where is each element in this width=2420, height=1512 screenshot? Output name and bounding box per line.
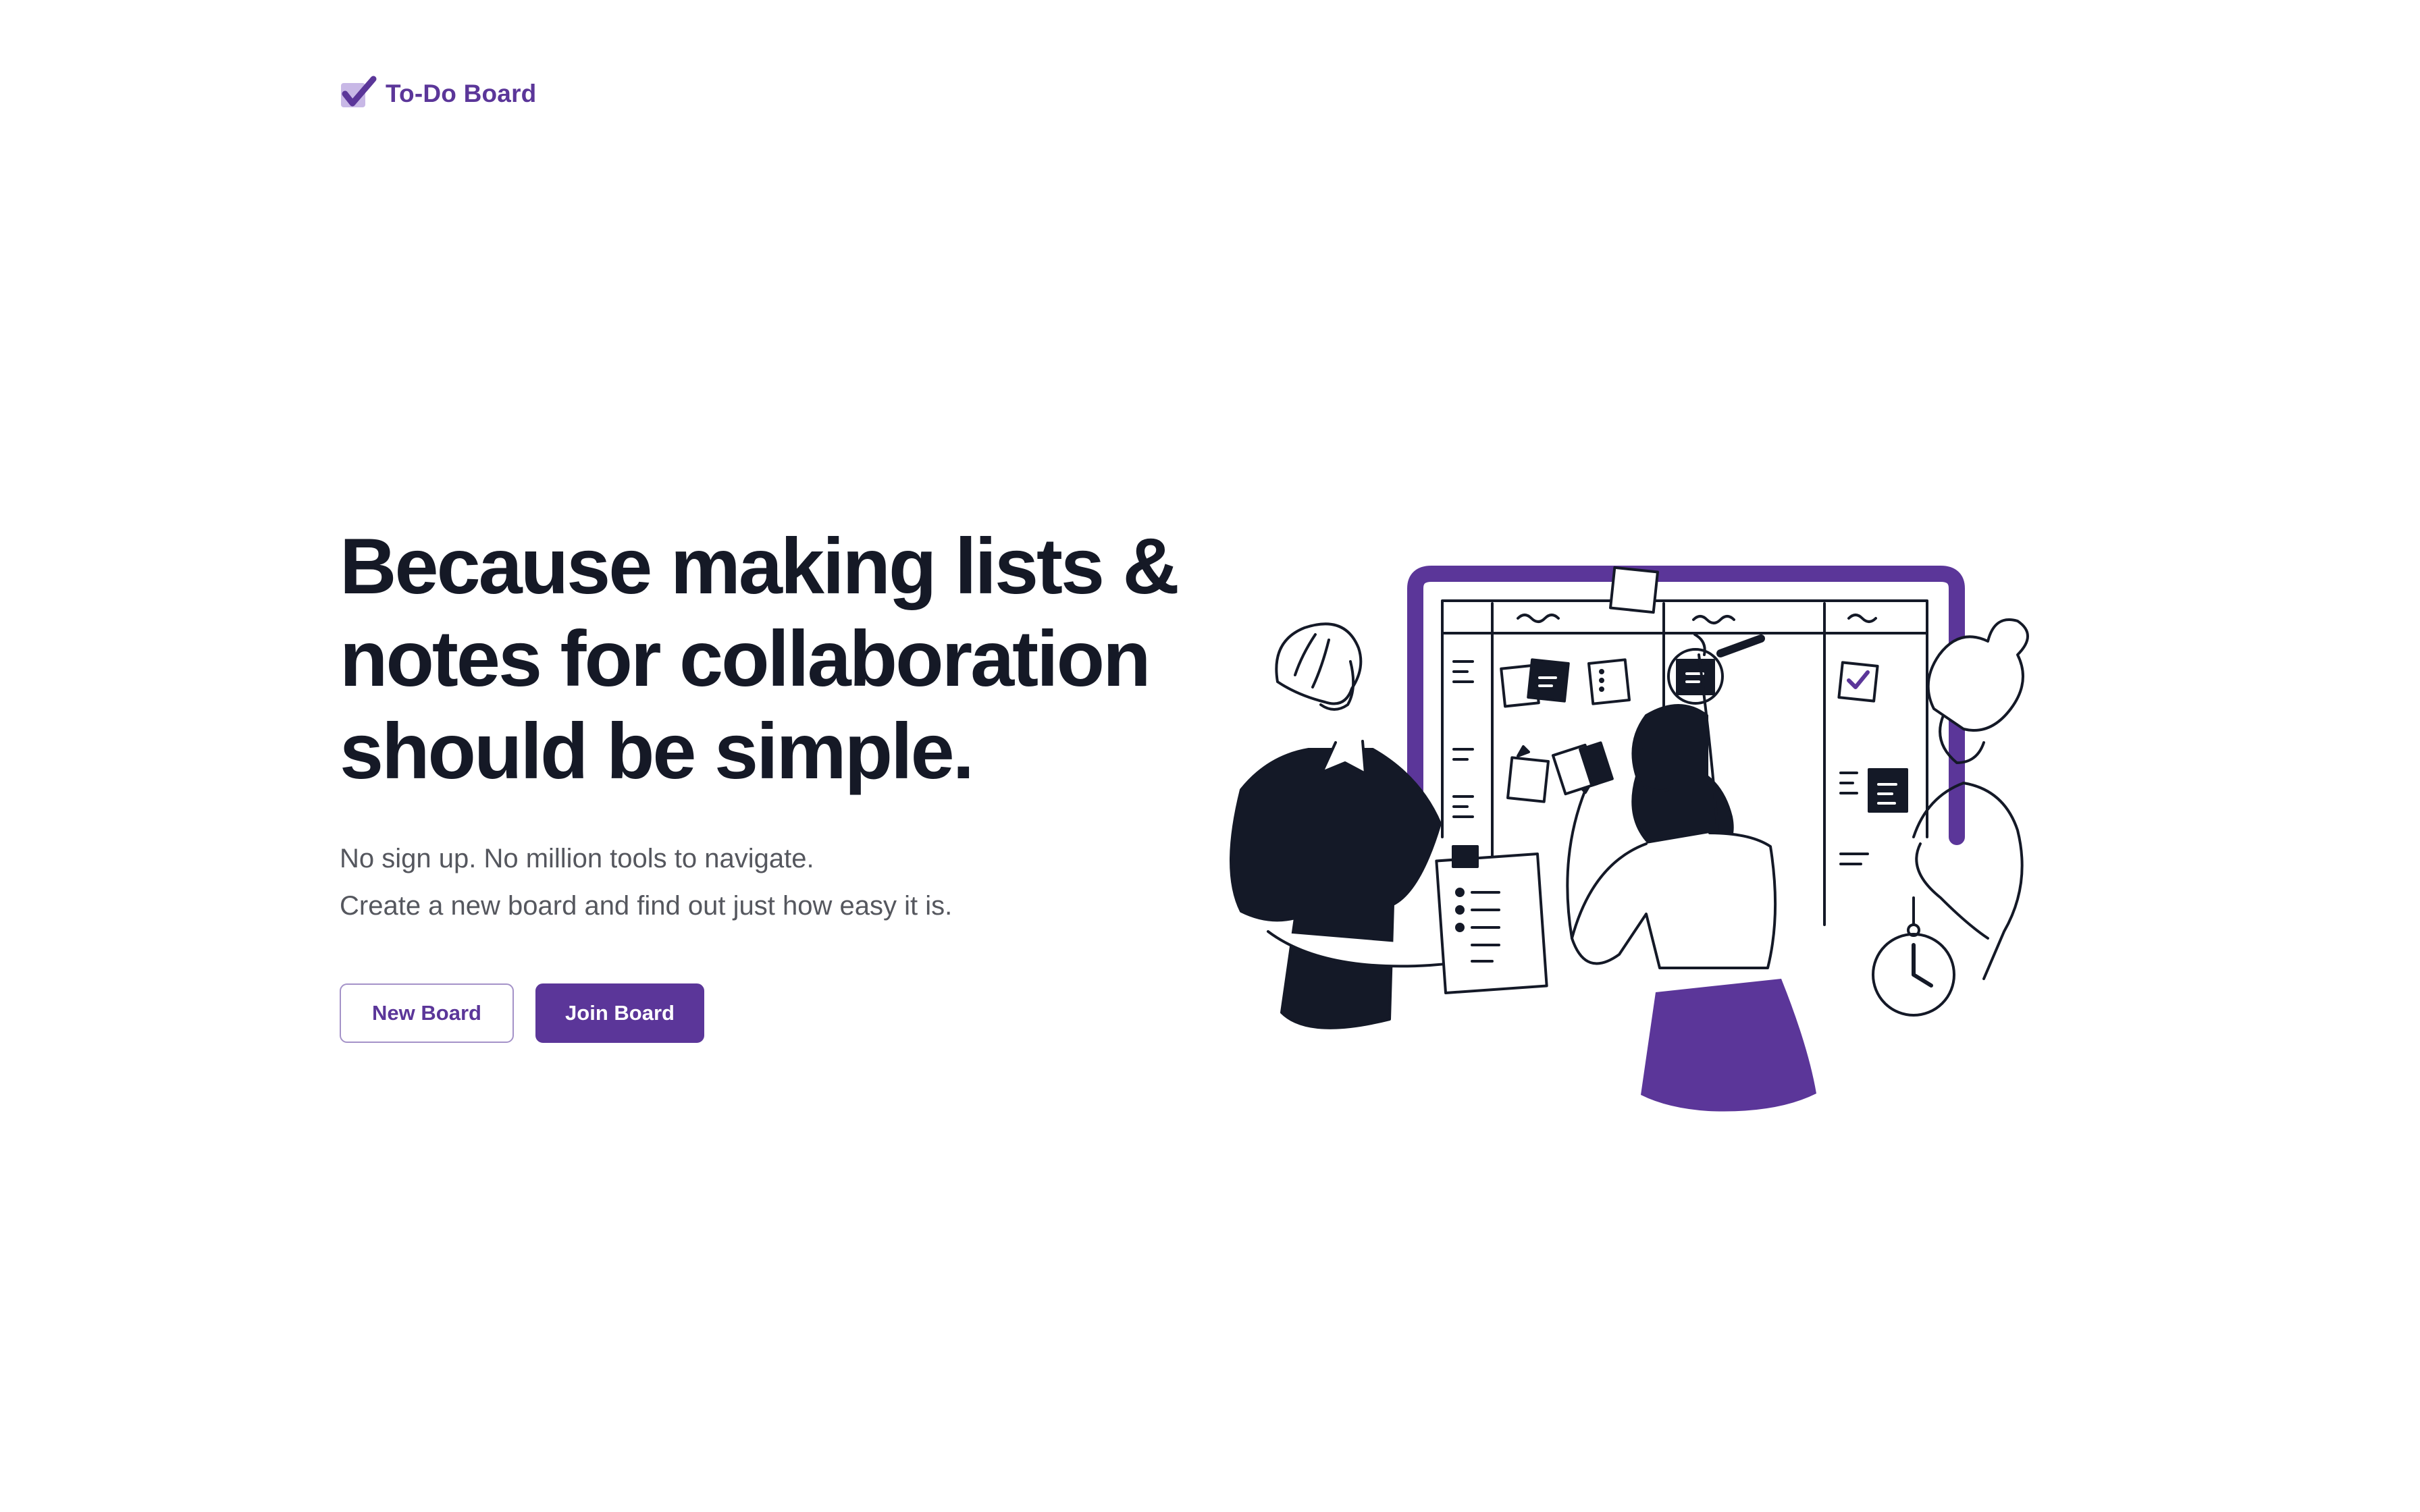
checkmark-icon <box>341 76 377 107</box>
team-kanban-illustration <box>1230 566 2029 1112</box>
woman-at-board-drawing <box>1551 633 1816 1112</box>
landing-page: To-Do Board Because making lists & notes… <box>0 0 2420 1512</box>
new-board-button[interactable]: New Board <box>340 983 514 1043</box>
brand-logo[interactable]: To-Do Board <box>340 72 536 115</box>
brand-name: To-Do Board <box>386 80 537 107</box>
headline-line-1: Because making lists & <box>340 522 1180 610</box>
subtext-line-2: Create a new board and find out just how… <box>340 891 953 921</box>
headline-line-3: should be simple. <box>340 707 974 795</box>
join-board-button[interactable]: Join Board <box>535 983 704 1043</box>
hero-subtext: No sign up. No million tools to navigate… <box>340 835 1217 929</box>
subtext-line-1: No sign up. No million tools to navigate… <box>340 844 814 873</box>
hero-actions: New Board Join Board <box>340 983 1217 1043</box>
hero-section: Because making lists & notes for collabo… <box>340 520 1217 1043</box>
headline-line-2: notes for collaboration <box>340 614 1151 703</box>
hero-headline: Because making lists & notes for collabo… <box>340 520 1217 797</box>
man-holding-clipboard-drawing <box>1230 622 1548 1029</box>
